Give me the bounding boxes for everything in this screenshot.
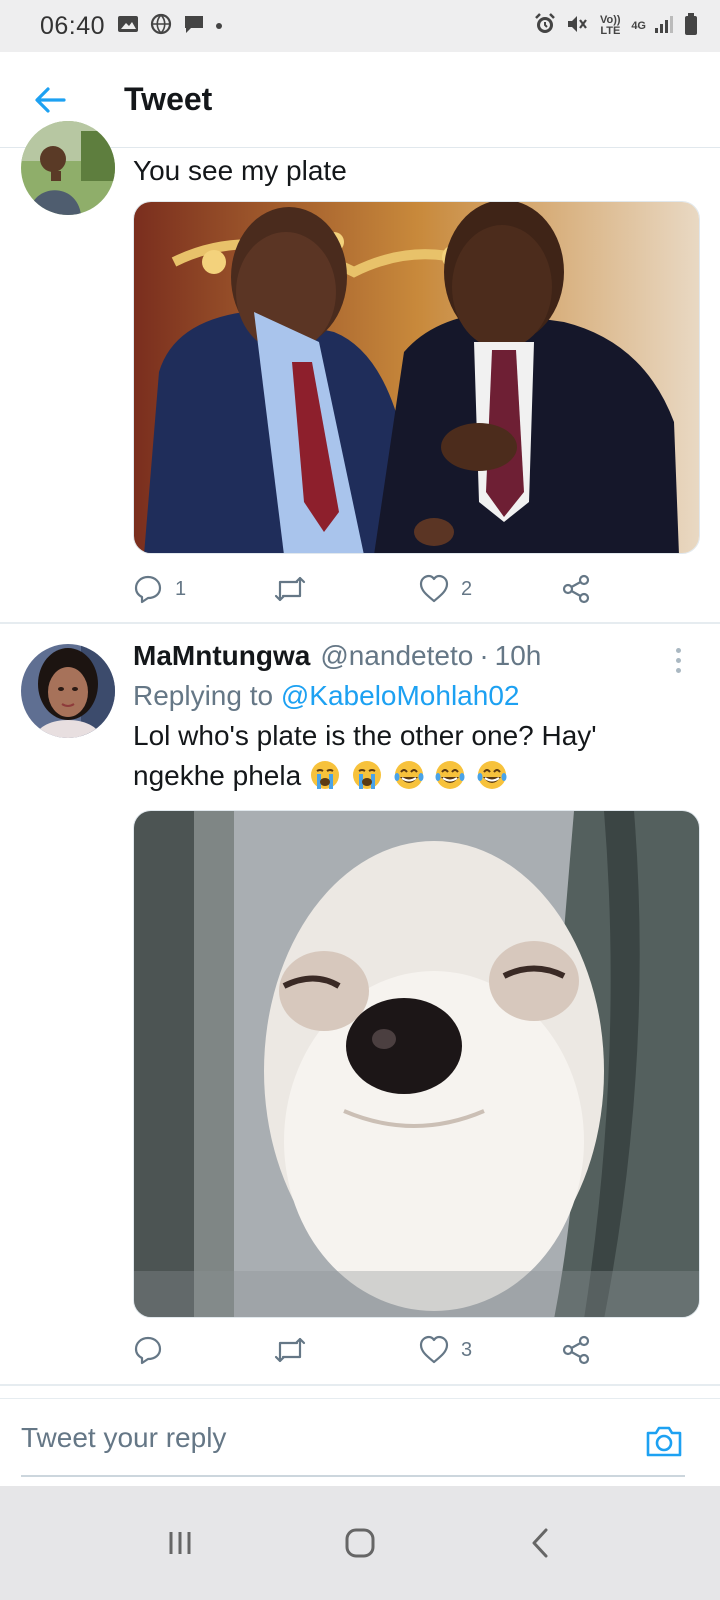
reply-input[interactable]: Tweet your reply [21,1413,621,1463]
mute-icon [565,12,589,41]
avatar[interactable] [21,644,115,738]
heart-icon [419,1335,449,1364]
replying-to-label: Replying to [133,680,274,711]
reply-icon [134,575,162,604]
like-button[interactable]: 2 [419,569,472,609]
reply-button[interactable] [133,1330,175,1370]
tweet-body: MaMntungwa @nandeteto · 10h Replying to … [133,636,692,796]
tweet-text-line-2-text: ngekhe phela [133,760,302,791]
tweet-text-line-1: Lol who's plate is the other one? Hay' [133,720,597,751]
tweet-text: Lol who's plate is the other one? Hay' n… [133,716,692,796]
more-dot [675,667,681,673]
back-arrow-icon [35,86,66,113]
globe-notification-icon [149,13,173,40]
reply-button[interactable]: 1 [133,569,186,609]
avatar[interactable] [21,121,115,215]
tweet-body: You see my plate [133,151,692,191]
retweet-icon [274,576,306,602]
emoji-group [309,760,510,791]
tweet-text-line-2: ngekhe phela [133,756,692,796]
app-header: Tweet [0,52,720,148]
tweet-image[interactable] [133,201,700,554]
tears-of-joy-emoji-icon [394,761,423,789]
divider [0,1384,720,1386]
status-system-icons: Vo)) LTE 4G [533,12,698,41]
retweet-button[interactable] [273,569,319,609]
separator-dot: · [479,640,489,671]
crying-face-emoji-icon [310,761,339,789]
status-bar: 06:40 Vo)) LTE 4G [0,0,720,52]
home-button[interactable] [330,1513,390,1573]
camera-button[interactable] [644,1421,684,1461]
like-count: 3 [461,1338,473,1361]
tweet-card-2[interactable]: MaMntungwa @nandeteto · 10h Replying to … [0,624,720,1384]
more-options-button[interactable] [666,644,690,676]
replying-to-mention[interactable]: @KabeloMohlah02 [281,680,520,711]
heart-icon [419,574,449,603]
camera-icon [646,1426,682,1457]
recent-apps-icon [169,1532,191,1554]
like-button[interactable]: 3 [419,1330,472,1370]
retweet-icon [274,1337,306,1363]
share-icon [562,574,590,604]
tears-of-joy-emoji-icon [477,761,507,789]
tweet-actions: 3 [133,1330,613,1370]
display-name[interactable]: MaMntungwa [133,636,310,676]
home-icon [345,1528,375,1558]
tweet-card-1[interactable]: You see my plate 1 2 [0,121,720,623]
tweet-actions: 1 2 [133,569,613,609]
user-handle[interactable]: @nandeteto [320,636,473,676]
reply-composer: Tweet your reply [0,1398,720,1486]
share-button[interactable] [561,1330,591,1370]
battery-icon [684,12,698,41]
network-type-label: 4G [631,19,646,32]
tweet-header: MaMntungwa @nandeteto · 10h [133,636,692,676]
alarm-icon [533,12,557,41]
system-navigation-bar [0,1486,720,1600]
crying-face-emoji-icon [352,761,381,789]
gallery-notification-icon [117,14,139,39]
signal-strength-icon [654,13,676,40]
reply-input-underline [21,1475,685,1477]
reply-count: 1 [175,577,187,600]
like-count: 2 [461,577,473,600]
more-dot [675,647,681,653]
more-notifications-dot-icon [215,17,223,35]
status-notification-icons [117,13,223,40]
status-time: 06:40 [40,11,106,40]
recent-apps-button[interactable] [150,1513,210,1573]
message-notification-icon [183,13,205,40]
tears-of-joy-emoji-icon [435,761,465,789]
more-dot [675,657,681,663]
share-icon [562,1335,590,1365]
back-chevron-icon [532,1528,548,1558]
tweet-timestamp: 10h [494,640,542,671]
replying-to-line: Replying to @KabeloMohlah02 [133,676,692,716]
tweet-text: You see my plate [133,155,347,186]
tweet-image[interactable] [133,810,700,1318]
retweet-button[interactable] [273,1330,319,1370]
volte-label: Vo)) LTE [600,14,621,37]
page-title: Tweet [124,81,213,117]
share-button[interactable] [561,569,591,609]
system-back-button[interactable] [510,1513,570,1573]
reply-icon [134,1336,162,1365]
